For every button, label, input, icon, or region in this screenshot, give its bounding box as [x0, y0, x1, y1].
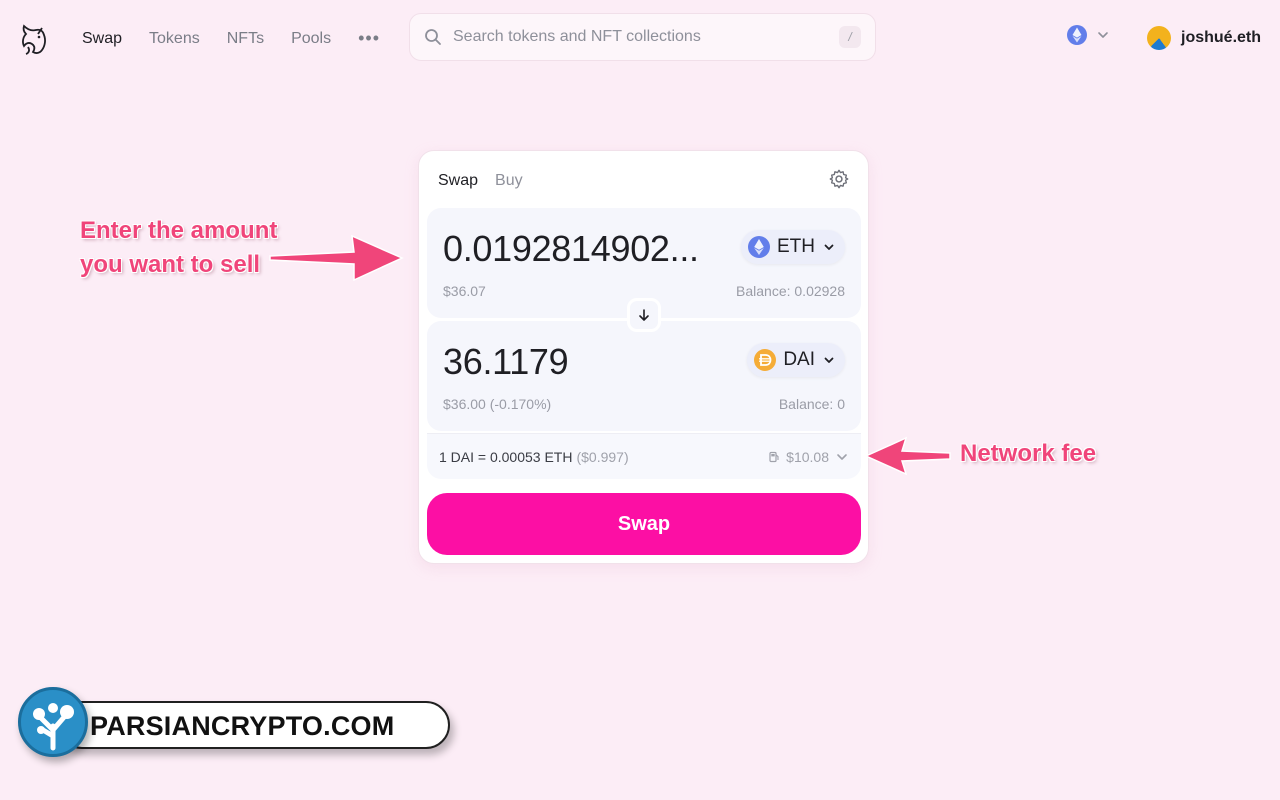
network-selector[interactable]	[1066, 24, 1110, 46]
nav-more-icon[interactable]: •••	[358, 28, 380, 50]
sell-balance: Balance: 0.02928	[736, 283, 845, 299]
swap-button[interactable]: Swap	[427, 493, 861, 555]
eth-token-icon	[748, 236, 770, 258]
swap-card: Swap Buy ETH $36.07 Balance: 0.02928	[418, 150, 869, 564]
annotation-arrow-right-icon	[269, 234, 404, 282]
watermark-text: PARSIANCRYPTO.COM	[90, 711, 395, 741]
buy-panel: DAI $36.00 (-0.170%) Balance: 0	[427, 321, 861, 431]
network-fee[interactable]: $10.08	[768, 449, 849, 465]
nav-item-tokens[interactable]: Tokens	[149, 28, 200, 50]
rate-row[interactable]: 1 DAI = 0.00053 ETH ($0.997) $10.08	[427, 433, 861, 479]
avatar	[1147, 26, 1171, 50]
buy-amount-input[interactable]	[443, 341, 723, 383]
sell-token-selector[interactable]: ETH	[741, 230, 845, 264]
gas-pump-icon	[769, 451, 779, 462]
parsiancrypto-logo-icon	[18, 687, 88, 757]
gear-icon[interactable]	[828, 168, 850, 190]
chevron-down-icon	[824, 357, 834, 363]
main-nav: Swap Tokens NFTs Pools •••	[82, 28, 380, 50]
tab-swap[interactable]: Swap	[438, 171, 478, 191]
account-name: joshué.eth	[1181, 29, 1262, 46]
nav-item-swap[interactable]: Swap	[82, 28, 122, 50]
search-input[interactable]	[453, 28, 839, 46]
search-bar[interactable]: /	[409, 13, 876, 61]
search-icon	[425, 29, 441, 45]
switch-tokens-button[interactable]	[627, 298, 661, 332]
annotation-network-fee: Network fee	[960, 440, 1097, 467]
buy-token-symbol: DAI	[783, 349, 815, 370]
arrow-down-icon	[639, 309, 649, 321]
chevron-down-icon	[824, 244, 834, 250]
nav-item-nfts[interactable]: NFTs	[227, 28, 264, 50]
sell-amount-input[interactable]	[443, 228, 723, 270]
buy-balance: Balance: 0	[778, 396, 845, 412]
buy-token-selector[interactable]: DAI	[747, 343, 845, 377]
chevron-down-icon	[837, 453, 847, 460]
dai-token-icon	[754, 349, 777, 371]
tab-buy[interactable]: Buy	[495, 171, 523, 191]
watermark: PARSIANCRYPTO.COM	[18, 687, 450, 769]
top-nav-bar: Swap Tokens NFTs Pools ••• / joshué.eth	[0, 0, 1280, 76]
account-button[interactable]: joshué.eth	[1137, 18, 1271, 58]
sell-usd-value: $36.07	[443, 283, 486, 299]
network-fee-value: $10.08	[786, 448, 829, 465]
annotation-sell-line1: Enter the amount	[80, 217, 278, 244]
swap-card-tabs: Swap Buy	[438, 171, 523, 191]
ethereum-network-icon	[1067, 25, 1087, 45]
nav-item-pools[interactable]: Pools	[291, 28, 331, 50]
sell-token-symbol: ETH	[777, 236, 815, 257]
buy-usd-value: $36.00 (-0.170%)	[443, 396, 552, 412]
annotation-sell-amount: Enter the amount you want to sell	[80, 214, 300, 282]
annotation-arrow-left-icon	[864, 436, 951, 476]
exchange-rate-usd: ($0.997)	[576, 448, 629, 465]
chevron-down-icon	[1098, 32, 1108, 38]
search-shortcut-badge: /	[839, 26, 861, 48]
uniswap-unicorn-logo-icon[interactable]	[18, 22, 50, 56]
annotation-sell-line2: you want to sell	[80, 251, 261, 278]
exchange-rate: 1 DAI = 0.00053 ETH	[439, 448, 573, 465]
